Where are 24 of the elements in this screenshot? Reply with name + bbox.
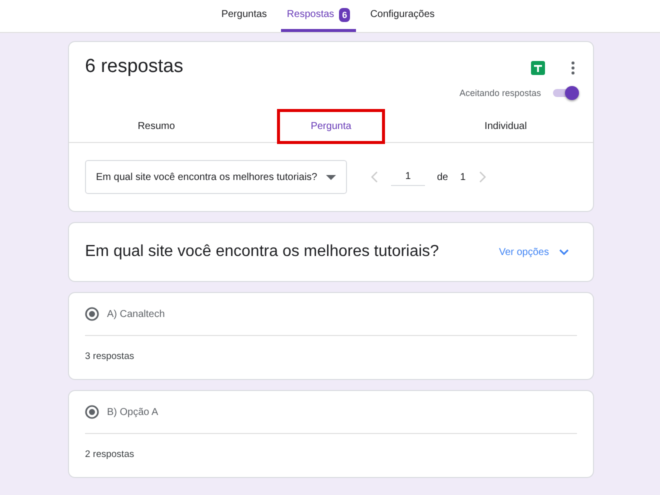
page-total: 1 — [460, 172, 466, 182]
page-number-field[interactable]: 1 — [391, 168, 425, 186]
chevron-down-icon — [559, 249, 569, 255]
of-label: de — [437, 172, 448, 182]
response-count: 2 respostas — [85, 448, 136, 462]
nav-tab[interactable]: Configurações — [364, 0, 441, 32]
response-count-title: 6 respostas — [85, 56, 184, 78]
count-badge: 6 — [339, 8, 350, 22]
option-label: A) Canaltech — [107, 308, 165, 320]
toggle-switch[interactable] — [553, 89, 577, 97]
accepting-label: Aceitando respostas — [459, 88, 541, 98]
option-label: B) Opção A — [107, 406, 158, 418]
more-menu-icon[interactable] — [571, 61, 575, 75]
view-options-link[interactable]: Ver opções — [498, 246, 577, 258]
question-dropdown[interactable]: Em qual site você encontra os melhores tutoriais? — [85, 160, 347, 194]
response-count: 3 respostas — [85, 350, 136, 364]
dropdown-arrow-icon — [326, 174, 336, 180]
view-tab[interactable]: Individual — [474, 112, 537, 142]
spreadsheet-icon[interactable] — [531, 61, 545, 75]
nav-tab[interactable]: Respostas 6 — [280, 0, 356, 32]
nav-tab[interactable]: Perguntas — [215, 0, 273, 32]
question-title: Em qual site você encontra os melhores tutoriais? — [85, 243, 439, 261]
view-tab[interactable]: Pergunta — [300, 112, 362, 142]
view-tab[interactable]: Resumo — [128, 112, 185, 142]
